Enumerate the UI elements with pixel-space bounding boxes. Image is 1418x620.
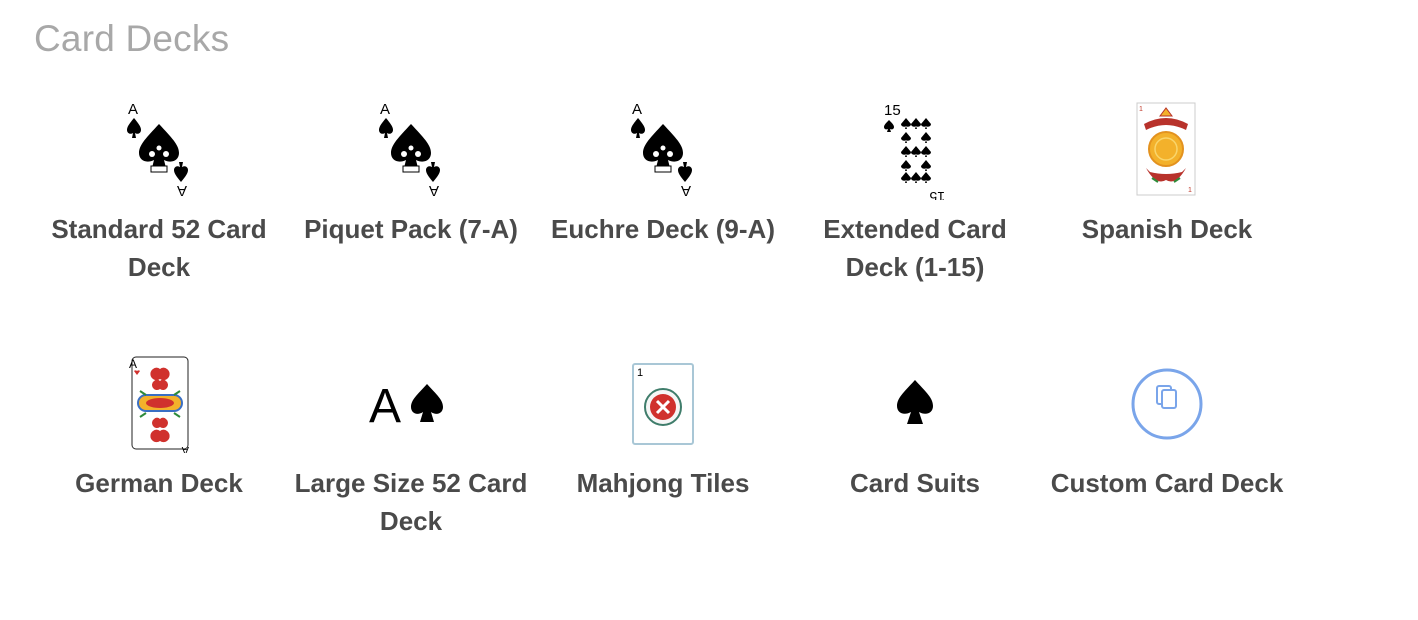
deck-label: Card Suits: [849, 468, 981, 498]
deck-german[interactable]: A A German Deck: [33, 354, 285, 554]
deck-spanish[interactable]: 1 1 Spanish Deck: [1041, 100, 1293, 300]
deck-standard-52[interactable]: A A Standard 52 Card Deck: [33, 100, 285, 300]
svg-text:A: A: [128, 101, 138, 118]
svg-text:A: A: [181, 444, 189, 453]
svg-text:A: A: [681, 182, 691, 199]
svg-text:15: 15: [929, 189, 945, 200]
deck-piquet-pack[interactable]: A A Piquet Pack (7-A): [285, 100, 537, 300]
deck-euchre[interactable]: A A Euchre Deck (9-A): [537, 100, 789, 300]
svg-text:1: 1: [1188, 187, 1192, 194]
deck-mahjong[interactable]: 1 Mahjong Tiles: [537, 354, 789, 554]
svg-text:A: A: [129, 357, 137, 371]
fifteen-of-spades-card-icon: 15 15: [884, 102, 945, 200]
svg-text:A: A: [632, 101, 642, 118]
mahjong-tile-icon: 1: [632, 363, 694, 445]
deck-label: Euchre Deck (9-A): [551, 214, 775, 244]
deck-label: Large Size 52 Card Deck: [294, 468, 528, 536]
ace-of-spades-card-icon: A A: [127, 101, 188, 199]
deck-label: Mahjong Tiles: [576, 468, 750, 498]
large-ace-spade-icon: A: [369, 380, 443, 433]
deck-label: Extended Card Deck (1-15): [823, 214, 1007, 282]
svg-text:1: 1: [1139, 106, 1143, 113]
deck-label: Standard 52 Card Deck: [51, 214, 267, 282]
svg-text:1: 1: [637, 367, 643, 379]
deck-card-suits[interactable]: Card Suits: [789, 354, 1041, 554]
spanish-card-icon: 1 1: [1136, 102, 1196, 196]
german-ace-of-hearts-card-icon: A A: [129, 356, 189, 453]
svg-text:A: A: [369, 380, 401, 433]
custom-deck-icon: [1131, 368, 1203, 440]
deck-label: Spanish Deck: [1081, 214, 1253, 244]
svg-text:A: A: [429, 182, 439, 199]
deck-custom[interactable]: Custom Card Deck: [1041, 354, 1293, 554]
page-title: Card Decks: [34, 18, 230, 59]
svg-text:A: A: [380, 101, 390, 118]
deck-extended[interactable]: 15 15 Extended Card Deck (1-15): [789, 100, 1041, 300]
spade-suit-icon: [897, 380, 933, 424]
svg-text:15: 15: [884, 102, 901, 119]
deck-large-size-52[interactable]: A Large Size 52 Card Deck: [285, 354, 537, 554]
deck-label: German Deck: [75, 468, 243, 498]
ace-of-spades-card-icon: A A: [631, 101, 692, 199]
deck-label: Piquet Pack (7-A): [304, 214, 518, 244]
svg-text:A: A: [177, 182, 187, 199]
deck-label: Custom Card Deck: [1050, 468, 1284, 498]
ace-of-spades-card-icon: A A: [379, 101, 440, 199]
